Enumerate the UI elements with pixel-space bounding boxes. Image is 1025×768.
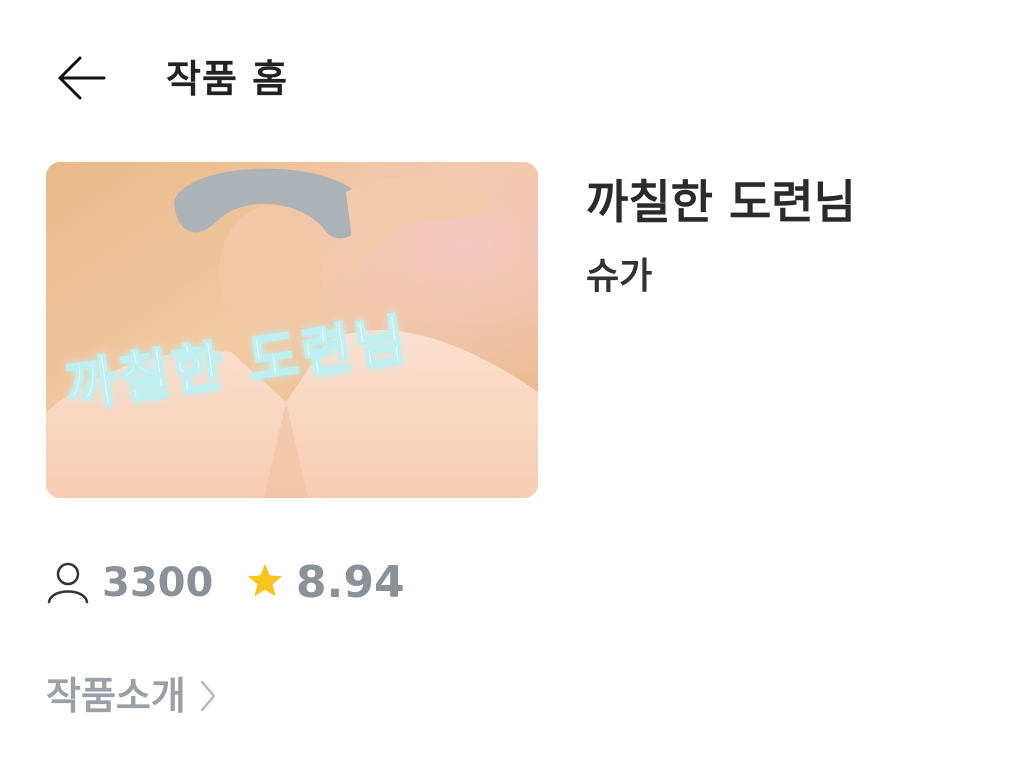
person-icon: [47, 562, 89, 604]
work-author[interactable]: 슈가: [586, 254, 652, 300]
cover-image[interactable]: 까칠한 도련님: [46, 162, 538, 498]
view-count: 3300: [102, 560, 214, 606]
work-intro-link[interactable]: 작품소개: [46, 668, 220, 724]
star-icon: [248, 564, 282, 597]
work-home-screen: 작품 홈 까칠한 도련님 까칠한 도련님 슈가 3300 8.94 작품소개: [0, 0, 1025, 768]
back-button[interactable]: [50, 48, 110, 108]
chevron-right-icon: [200, 680, 216, 712]
arrow-left-icon: [58, 56, 106, 100]
rating-value: 8.94: [296, 557, 405, 608]
work-title: 까칠한 도련님: [586, 175, 856, 229]
cover-artwork: 까칠한 도련님: [46, 162, 538, 498]
stats-row: 3300 8.94: [46, 556, 546, 612]
page-title: 작품 홈: [166, 57, 289, 101]
top-bar: 작품 홈: [0, 0, 1025, 160]
intro-label: 작품소개: [46, 674, 186, 718]
